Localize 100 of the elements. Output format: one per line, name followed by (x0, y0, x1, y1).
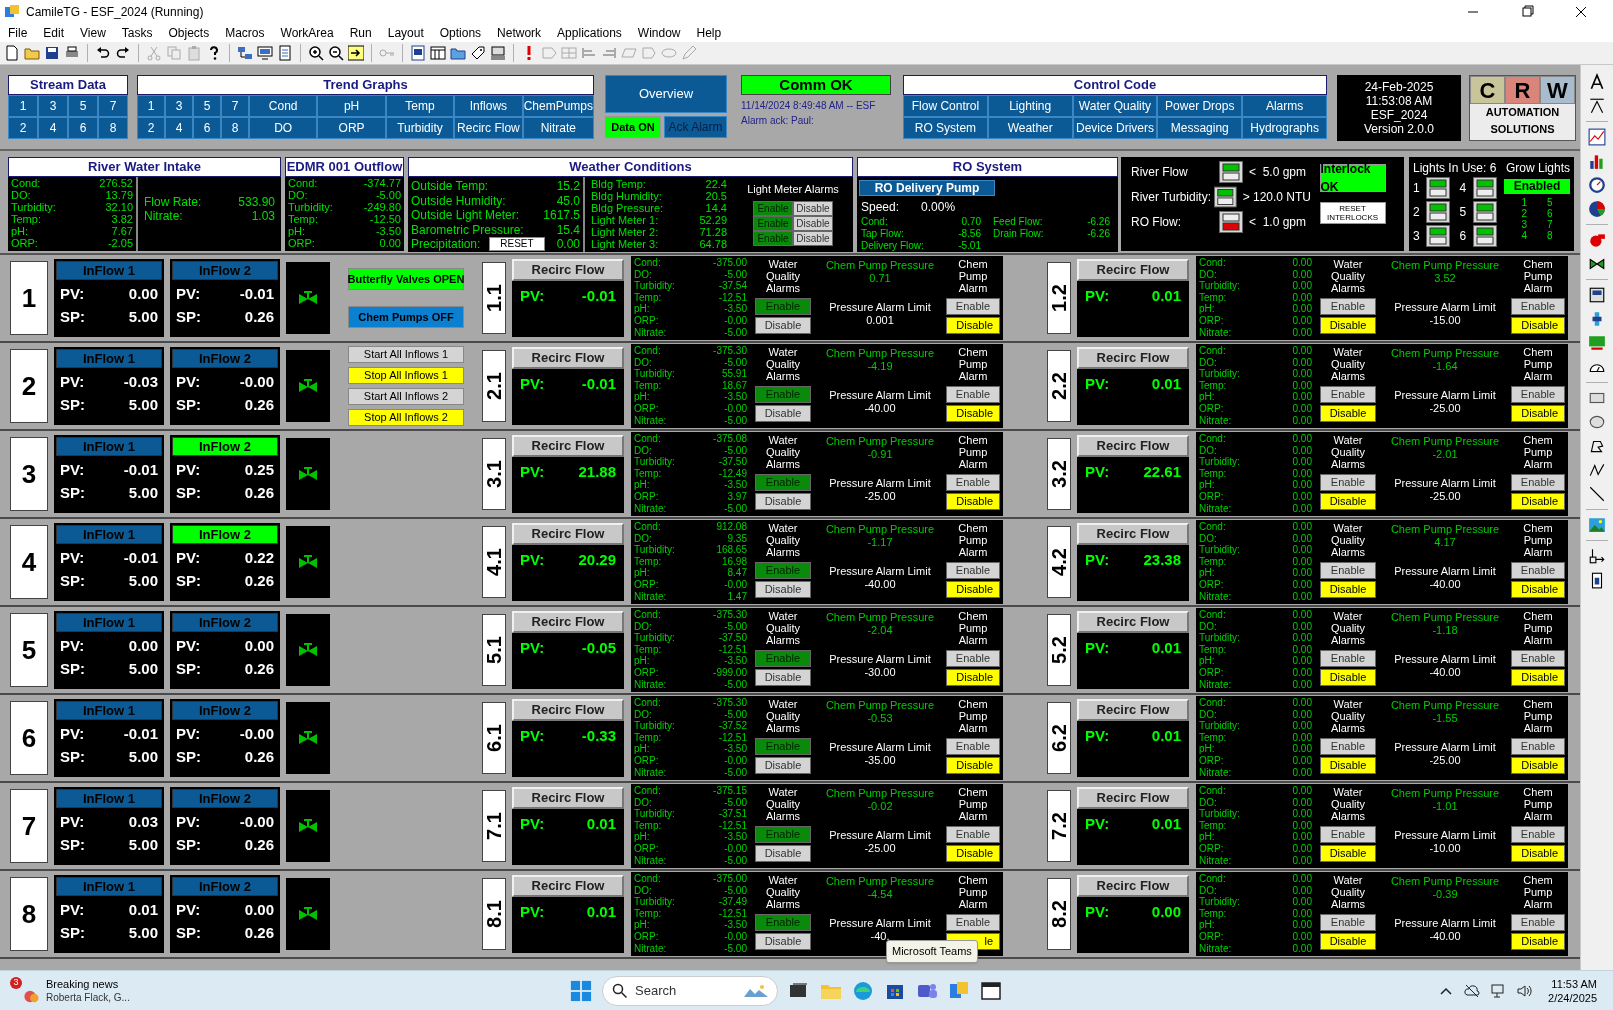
reading-value: 0.00 (1292, 479, 1312, 491)
clock-text: 11:53:08 AM (1365, 94, 1433, 108)
reading-label: Tap Flow: (861, 228, 904, 240)
reading-value: 15.4 (556, 222, 580, 237)
reading-value: 0.00 (1292, 402, 1312, 415)
limit-title: Pressure Alarm Limit (829, 653, 931, 666)
reading-value: -5.00 (724, 708, 747, 721)
alarm-title: Chem Pump Alarm (1522, 873, 1554, 912)
row-number: 7 (10, 789, 48, 863)
reading-value: 0.00 (1292, 873, 1312, 885)
value-text: 0.01 (586, 902, 616, 922)
reading-value: -37.50 (718, 632, 747, 644)
limit-value: -25.00 (864, 490, 896, 503)
reading-label: Cond: (1199, 257, 1226, 269)
reading-value: 0.00 (1292, 708, 1312, 721)
alarm-title: Water Quality Alarms (1329, 785, 1367, 824)
reading-label: Nitrate: (634, 326, 667, 339)
value-label: PV: (176, 725, 201, 743)
pressure-title: Chem Pump Pressure (825, 259, 935, 272)
reading-value: 0.00 (1292, 391, 1312, 403)
limit-title: Pressure Alarm Limit (1394, 741, 1496, 754)
reading-label: Cond: (634, 433, 661, 445)
alarm-title: Water Quality Alarms (764, 609, 802, 648)
limit-value: -40.00 (864, 578, 896, 591)
limit-title: Pressure Alarm Limit (829, 829, 931, 842)
interlock-label: RO Flow: (1131, 214, 1182, 231)
value-text: -0.01 (123, 461, 158, 479)
reading-value: 1.03 (251, 209, 275, 223)
limit-title: Pressure Alarm Limit (829, 565, 931, 578)
alarm-title: Water Quality Alarms (1329, 257, 1367, 296)
reading-value: 0.00 (1292, 268, 1312, 281)
row-number: 8 (10, 877, 48, 951)
reading-value: -37.51 (718, 808, 747, 820)
light-number: 2 (1413, 204, 1421, 221)
reading-label: ORP: (634, 842, 659, 855)
reading-value: -37.54 (718, 280, 747, 292)
reading-value: 0.00 (1292, 884, 1312, 897)
alarm-title: Chem Pump Alarm (957, 433, 989, 472)
reading-label: Nitrate: (1199, 502, 1232, 515)
reading-label: DO: (1199, 620, 1217, 633)
limit-value: -40.00 (1429, 930, 1461, 943)
reading-value: 1617.5 (543, 208, 580, 223)
reading-value: 0.00 (1292, 521, 1312, 533)
value-label: PV: (1085, 374, 1110, 394)
limit-value: -25.00 (1429, 754, 1461, 767)
pressure-value: -1.64 (1432, 360, 1458, 373)
reading-value: -375.15 (713, 785, 747, 797)
reading-value: 0.00 (1292, 433, 1312, 445)
grow-light-number: 4 (1521, 230, 1527, 241)
alarm-title: Chem Pump Alarm (957, 257, 989, 296)
stream-label: 1.2 (1047, 262, 1071, 334)
value-label: SP: (176, 572, 201, 590)
reading-label: pH: (1199, 303, 1215, 315)
reading-value: -375.30 (713, 609, 747, 621)
reading-label: Temp: (634, 643, 662, 656)
stream-label: 6.2 (1047, 702, 1071, 774)
value-text: 0.00 (128, 637, 158, 655)
alarm-title: Water Quality Alarms (1329, 345, 1367, 384)
row-number: 5 (10, 613, 48, 687)
alarm-title: Water Quality Alarms (1329, 873, 1367, 912)
grow-lights-title: Grow Lights (1505, 160, 1570, 177)
reading-label: ORP: (1199, 754, 1224, 767)
reading-value: -375.30 (713, 345, 747, 357)
value-label: PV: (176, 461, 201, 479)
reading-value: 0.00 (1292, 697, 1312, 709)
value-label: SP: (60, 572, 85, 590)
reading-value: -0.00 (724, 842, 747, 855)
reading-label: Nitrate: (1199, 414, 1232, 427)
reading-value: 32.10 (105, 201, 133, 213)
value-label: PV: (1085, 726, 1110, 746)
interlock-limit: < 5.0 gpm (1249, 164, 1307, 181)
reading-label: Cond: (634, 257, 661, 269)
reading-label: Cond: (11, 177, 41, 189)
reading-label: Bldg Humidity: (591, 190, 662, 202)
reading-value: 0.00 (1292, 796, 1312, 809)
panel-title: Control Code (903, 75, 1327, 95)
reading-value: 18.67 (721, 379, 747, 392)
reading-value: 912.08 (716, 521, 747, 533)
reading-label: Temp: (634, 291, 662, 304)
reading-label: Temp: (1199, 643, 1227, 656)
reading-value: -6.26 (1087, 228, 1110, 240)
value-text: 0.01 (1151, 286, 1181, 306)
reading-value: 0.00 (1292, 368, 1312, 380)
value-label: PV: (176, 373, 201, 391)
value-label: PV: (1085, 462, 1110, 482)
reading-label: ORP: (634, 402, 659, 415)
value-text: 20.29 (578, 550, 616, 570)
reading-label: DO: (1199, 444, 1217, 457)
reading-label: Cond: (634, 609, 661, 621)
reading-value: 0.00 (1292, 326, 1312, 339)
reading-value: 0.00 (1292, 414, 1312, 427)
row-number: 6 (10, 701, 48, 775)
reading-label: Outside Temp: (411, 179, 489, 194)
reading-value: 8.47 (727, 567, 747, 579)
reading-value: 0.00 (1292, 643, 1312, 656)
value-text: 5.00 (128, 748, 158, 766)
reading-label: pH: (1199, 479, 1215, 491)
reading-label: Cond: (1199, 345, 1226, 357)
alarm-title: Water Quality Alarms (764, 345, 802, 384)
value-text: 0.26 (244, 924, 274, 942)
